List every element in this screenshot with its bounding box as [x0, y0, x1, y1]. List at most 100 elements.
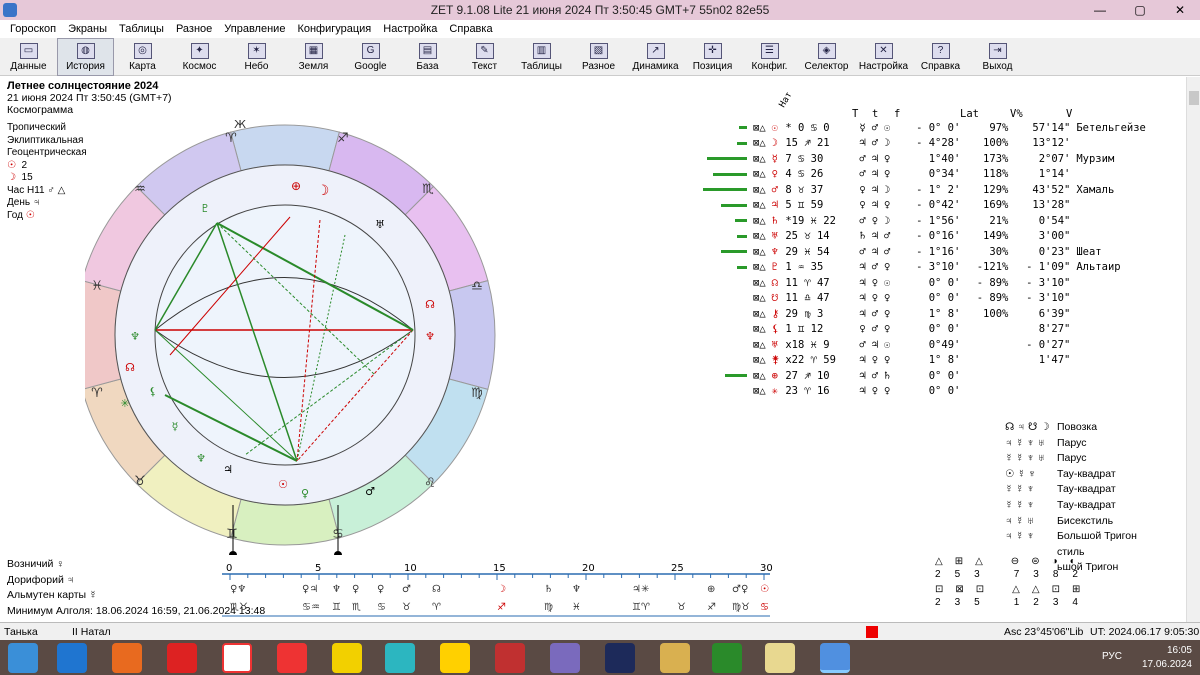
toolbar-earth-button[interactable]: ▦ Земля — [285, 38, 342, 76]
svg-text:♅: ♅ — [375, 218, 385, 231]
toolbar-dynamics-button[interactable]: ↗ Динамика — [627, 38, 684, 76]
planet-row[interactable]: ⊠△ ☋ 11 ♎ 47 ♃ ♀ ♀ 0° 0' - 89% - 3'10" — [700, 291, 1149, 307]
ie-icon[interactable] — [57, 643, 87, 673]
scroll-thumb[interactable] — [1189, 91, 1199, 105]
app-icon-s[interactable] — [440, 643, 470, 673]
planet-row[interactable]: ⊠△ ☿ 7 ♋ 30 ♂ ♃ ♀ 1°40' 173% 2°07' Мурзим — [700, 151, 1149, 167]
speed: 13'28" — [1032, 199, 1071, 212]
speed-percent: 173% — [983, 152, 1009, 165]
toolbar-google-button[interactable]: G Google — [342, 38, 399, 76]
planet-row[interactable]: ⊠△ ☽ 15 ♐ 21 ♃ ♂ ☽ - 4°28' 100% 13°12' — [700, 136, 1149, 152]
svg-text:♀♆: ♀♆ — [230, 584, 246, 595]
toolbar-history-button[interactable]: ◍ История — [57, 38, 114, 76]
planet-symbol: ♃ — [771, 199, 778, 212]
ruler-t: ♃ — [871, 230, 879, 243]
col-vpct: V% — [1010, 108, 1023, 120]
speed: 1°14' — [1038, 168, 1071, 181]
planet-row[interactable]: ⊠△ ♃ 5 ♊ 59 ♀ ♃ ♀ - 0°42' 169% 13'28" — [700, 198, 1149, 214]
toolbar-help-button[interactable]: ? Справка — [912, 38, 969, 76]
planet-position: *19 ♓ 22 — [785, 214, 836, 227]
sun-value: 2 — [21, 159, 28, 171]
toolbar-position-button[interactable]: ✛ Позиция — [684, 38, 741, 76]
menu-settings[interactable]: Настройка — [377, 23, 443, 35]
planet-row[interactable]: ⊠△ ♂ 8 ♉ 37 ♀ ♃ ☽ - 1° 2' 129% 43'52" Хама… — [700, 182, 1149, 198]
toolbar-selector-button[interactable]: ◈ Селектор — [798, 38, 855, 76]
toolbar-text-button[interactable]: ✎ Текст — [456, 38, 513, 76]
toolbar-cosmos-button[interactable]: ✦ Космос — [171, 38, 228, 76]
yandex-icon[interactable] — [277, 643, 307, 673]
latitude: 0°49' — [928, 338, 961, 351]
menu-tables[interactable]: Таблицы — [113, 23, 170, 35]
menu-horoscope[interactable]: Гороскоп — [4, 23, 62, 35]
toolbar-data-button[interactable]: ▭ Данные — [0, 38, 57, 76]
planet-row[interactable]: ⊠△ ⊕ 27 ♐ 10 ♃ ♂ ♄ 0° 0' — [700, 368, 1149, 384]
planet-row[interactable]: ⊠△ ⚸ 1 ♊ 12 ♀ ♂ ♀ 0° 0' 8'27" — [700, 322, 1149, 338]
zet-taskbar-icon[interactable] — [820, 643, 850, 673]
ruler-t: ♂ — [871, 137, 879, 150]
app-icon-pen[interactable] — [660, 643, 690, 673]
planet-row[interactable]: ⊠△ ⚷ 29 ♍ 3 ♃ ♂ ♀ 1° 8' 100% 6'39" — [700, 306, 1149, 322]
menu-help[interactable]: Справка — [443, 23, 498, 35]
toolbar-settings-button[interactable]: ✕ Настройка — [855, 38, 912, 76]
app-icon-7[interactable] — [550, 643, 580, 673]
app-icon-house[interactable] — [385, 643, 415, 673]
ruler-T: ☿ — [859, 121, 866, 134]
app-icon-green[interactable] — [712, 643, 742, 673]
aspect-box: ⊠△ — [753, 183, 766, 196]
strength-bar — [700, 260, 750, 276]
planet-row[interactable]: ⊠△ ♅ 25 ♉ 14 ♄ ♃ ♂ - 0°16' 149% 3'00" — [700, 229, 1149, 245]
planet-symbol: ☋ — [771, 292, 778, 305]
planet-row[interactable]: ⊠△ ⚵ x22 ♈ 59 ♃ ♀ ♀ 1° 8' 1'47" — [700, 353, 1149, 369]
aspect-box: ⊠△ — [753, 261, 766, 274]
menu-screens[interactable]: Экраны — [62, 23, 113, 35]
firefox-icon[interactable] — [112, 643, 142, 673]
svg-text:♀♃: ♀♃ — [302, 584, 318, 595]
ruler-T: ♃ — [859, 385, 866, 398]
close-button[interactable]: ✕ — [1160, 0, 1200, 20]
ruler-t: ♀ — [871, 292, 879, 305]
planet-row[interactable]: ⊠△ ♇ 1 ♒ 35 ♃ ♂ ♀ - 3°10' -121% - 1'09" Ал… — [700, 260, 1149, 276]
toolbar-chart-button[interactable]: ◎ Карта — [114, 38, 171, 76]
angular-icon[interactable] — [495, 643, 525, 673]
toolbar-misc-button[interactable]: ▧ Разное — [570, 38, 627, 76]
toolbar-exit-button[interactable]: ⇥ Выход — [969, 38, 1026, 76]
photoshop-icon[interactable] — [605, 643, 635, 673]
latitude: - 1°56' — [916, 214, 961, 227]
speed: 43'52" — [1032, 183, 1071, 196]
planet-row[interactable]: ⊠△ ☉ * 0 ♋ 0 ☿ ♂ ☉ - 0° 0' 97% 57'14" Бете… — [700, 120, 1149, 136]
opera-icon[interactable] — [167, 643, 197, 673]
planet-row[interactable]: ⊠△ ♀ 4 ♋ 26 ♂ ♃ ♀ 0°34' 118% 1°14' — [700, 167, 1149, 183]
planet-row[interactable]: ⊠△ ♅ x18 ♓ 9 ♂ ♃ ☉ 0°49' - 0'27" — [700, 337, 1149, 353]
toolbar-sky-button[interactable]: ✶ Небо — [228, 38, 285, 76]
ruler-f: ♀ — [884, 385, 891, 398]
aspect-box: ⊠△ — [753, 168, 766, 181]
aspect-box: ⊠△ — [753, 230, 766, 243]
toolbar-config-button[interactable]: ☰ Конфиг. — [741, 38, 798, 76]
tray-lang[interactable]: РУС — [1102, 650, 1122, 664]
svg-text:☉: ☉ — [760, 584, 769, 595]
menu-control[interactable]: Управление — [218, 23, 291, 35]
planet-row[interactable]: ⊠△ ♆ 29 ♓ 54 ♂ ♃ ♂ - 1°16' 30% 0'23" Шеат — [700, 244, 1149, 260]
planet-row[interactable]: ⊠△ ✳ 23 ♈ 16 ♃ ♀ ♀ 0° 0' — [700, 384, 1149, 400]
planet-row[interactable]: ⊠△ ♄ *19 ♓ 22 ♂ ♀ ☽ - 1°56' 21% 0'54" — [700, 213, 1149, 229]
ruler-T: ♂ — [859, 214, 866, 227]
star-name — [1073, 213, 1149, 229]
toolbar-base-button[interactable]: ▤ База — [399, 38, 456, 76]
exit-icon: ⇥ — [988, 42, 1007, 59]
menu-misc[interactable]: Разное — [170, 23, 218, 35]
yandex-browser-icon[interactable] — [222, 643, 252, 673]
yandex-market-icon[interactable] — [332, 643, 362, 673]
title-bar: ZET 9.1.08 Lite 21 июня 2024 Пт 3:50:45 … — [0, 0, 1200, 20]
latitude: - 1° 2' — [916, 183, 961, 196]
vertical-scrollbar[interactable] — [1186, 77, 1200, 622]
maximize-button[interactable]: ▢ — [1120, 0, 1160, 20]
toolbar-tables-button[interactable]: ▥ Таблицы — [513, 38, 570, 76]
explorer-icon[interactable] — [765, 643, 795, 673]
start-button[interactable] — [8, 643, 38, 673]
ruler-T: ♂ — [859, 338, 866, 351]
planet-symbol: ✳ — [771, 385, 778, 398]
planet-row[interactable]: ⊠△ ☊ 11 ♈ 47 ♃ ♀ ☉ 0° 0' - 89% - 3'10" — [700, 275, 1149, 291]
menu-config[interactable]: Конфигурация — [291, 23, 377, 35]
ruler-t: ♂ — [871, 307, 879, 320]
minimize-button[interactable]: — — [1080, 0, 1120, 20]
